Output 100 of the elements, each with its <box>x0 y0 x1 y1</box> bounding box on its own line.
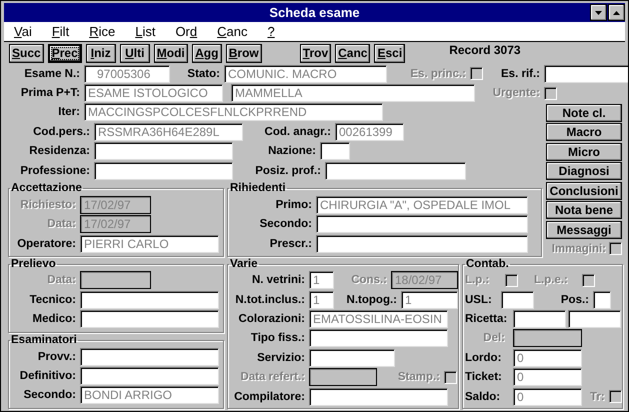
side-button[interactable]: Micro <box>546 142 622 161</box>
text-field[interactable] <box>80 290 219 309</box>
text-field[interactable] <box>94 162 233 180</box>
toolbar-button[interactable]: Modi <box>154 44 188 62</box>
field-label: Richiesto: <box>19 199 76 212</box>
field-label: Del: <box>482 332 505 344</box>
text-field[interactable] <box>513 310 566 328</box>
text-field[interactable]: 1 <box>309 290 334 309</box>
text-field[interactable]: MACCINGSPCOLCESFLNLCKPRREND <box>84 103 383 122</box>
window-title: Scheda esame <box>268 5 361 20</box>
field-label: Stamp.: <box>396 371 440 384</box>
up-triangle-icon <box>613 10 620 14</box>
text-field[interactable]: ESAME ISTOLOGICO <box>84 84 223 102</box>
text-field[interactable] <box>325 162 466 180</box>
group-title: Rihiedenti <box>229 182 287 196</box>
text-field[interactable] <box>80 348 219 366</box>
text-field[interactable] <box>316 215 528 234</box>
text-field[interactable]: 0 <box>513 388 582 406</box>
field-label: Medico: <box>32 312 76 325</box>
side-button[interactable]: Nota bene <box>546 201 622 220</box>
down-triangle-icon <box>595 10 602 14</box>
text-field[interactable] <box>309 348 395 367</box>
text-field[interactable]: EMATOSSILINA-EOSIN <box>309 310 448 328</box>
menu-item[interactable]: List <box>135 24 156 39</box>
toolbar-button[interactable]: Trov <box>300 44 332 62</box>
text-field[interactable] <box>544 64 628 83</box>
field-label: N. vetrini: <box>250 274 305 286</box>
field-label: Cod.pers.: <box>32 126 90 138</box>
toolbar-button[interactable]: Ulti <box>120 44 150 62</box>
toolbar-button[interactable]: Canc <box>335 44 370 62</box>
field-label: L.p.: <box>465 274 490 286</box>
toolbar-button[interactable]: Succ <box>9 44 44 62</box>
text-field[interactable]: 00261399 <box>335 122 404 141</box>
field-label: Nazione: <box>267 145 316 158</box>
text-field[interactable] <box>568 310 621 328</box>
menu-item[interactable]: Vai <box>14 24 32 39</box>
group-title: Esaminatori <box>10 334 78 347</box>
field-label: Pos.: <box>560 294 589 306</box>
field-label: Tecnico: <box>28 294 76 306</box>
menu-item[interactable]: Filt <box>52 24 70 39</box>
menu-item[interactable]: Rice <box>89 24 116 39</box>
menu-item[interactable]: ? <box>267 24 275 39</box>
text-field[interactable]: PIERRI CARLO <box>80 234 219 253</box>
text-field[interactable]: CHIRURGIA "A", OSPEDALE IMOL <box>316 196 528 214</box>
status-field[interactable]: COMUNIC. MACRO <box>224 64 387 83</box>
field-label: Servizio: <box>256 352 305 364</box>
side-button[interactable]: Note cl. <box>546 104 622 122</box>
field-label: Tipo fiss.: <box>250 332 305 344</box>
side-button[interactable]: Macro <box>546 123 622 142</box>
text-field[interactable] <box>501 290 534 309</box>
menu-item[interactable]: Canc <box>217 24 248 39</box>
toolbar-button[interactable]: Prec <box>48 44 82 62</box>
text-field[interactable]: 1 <box>401 290 458 309</box>
text-field[interactable]: BONDI ARRIGO <box>80 386 219 404</box>
field-label: Lordo: <box>465 352 502 364</box>
toolbar-button[interactable]: Brow <box>226 44 262 62</box>
text-field[interactable] <box>309 329 448 348</box>
group-title: Accettazione <box>10 182 83 196</box>
text-field[interactable]: RSSMRA36H64E289L <box>94 122 243 141</box>
field-label: Prima P+T: <box>20 87 80 100</box>
text-field[interactable]: 0 <box>513 348 582 367</box>
field-label: Data: <box>46 274 76 286</box>
side-button[interactable]: Diagnosi <box>546 162 622 180</box>
text-field[interactable] <box>320 142 350 160</box>
text-field[interactable] <box>80 366 219 385</box>
maximize-button[interactable] <box>608 4 625 21</box>
menu-item[interactable]: Ord <box>175 24 198 39</box>
field-label: USL: <box>465 294 493 306</box>
field-label: Operatore: <box>16 238 76 250</box>
minimize-button[interactable] <box>590 4 607 21</box>
field-label: Saldo: <box>465 390 502 403</box>
field-label: Stato: <box>186 68 220 80</box>
field-label: Colorazioni: <box>238 312 305 325</box>
field-label: Cons.: <box>350 274 387 286</box>
field-label: N.topog.: <box>346 294 397 306</box>
field-label: Provv.: <box>36 350 76 363</box>
toolbar-button[interactable]: Agg <box>192 44 222 62</box>
text-field[interactable] <box>309 388 448 406</box>
field-label: Secondo: <box>258 218 312 230</box>
field-label: Prescr.: <box>268 238 312 250</box>
field-label: N.tot.inclus.: <box>234 294 305 306</box>
side-button[interactable]: Conclusioni <box>546 182 622 200</box>
field-label: Professione: <box>19 164 90 177</box>
field-label: Primo: <box>274 199 312 212</box>
text-field[interactable]: 0 <box>513 368 582 386</box>
text-field[interactable] <box>316 234 528 253</box>
text-field[interactable] <box>94 142 233 160</box>
text-field[interactable] <box>80 310 219 328</box>
field-label: L.p.e.: <box>534 274 569 286</box>
field-label: Urgente: <box>492 87 540 100</box>
text-field[interactable]: 1 <box>309 271 334 290</box>
field-label: Iter: <box>57 106 80 118</box>
exam-number-field[interactable]: 97005306 <box>84 64 170 83</box>
side-button[interactable]: Messaggi <box>546 220 622 239</box>
field-label: Definitivo: <box>18 370 76 382</box>
text-field[interactable]: MAMMELLA <box>231 84 475 102</box>
group-title: Varie <box>229 258 258 271</box>
text-field[interactable] <box>593 290 611 309</box>
toolbar-button[interactable]: Iniz <box>86 44 116 62</box>
toolbar-button[interactable]: Esci <box>374 44 406 62</box>
